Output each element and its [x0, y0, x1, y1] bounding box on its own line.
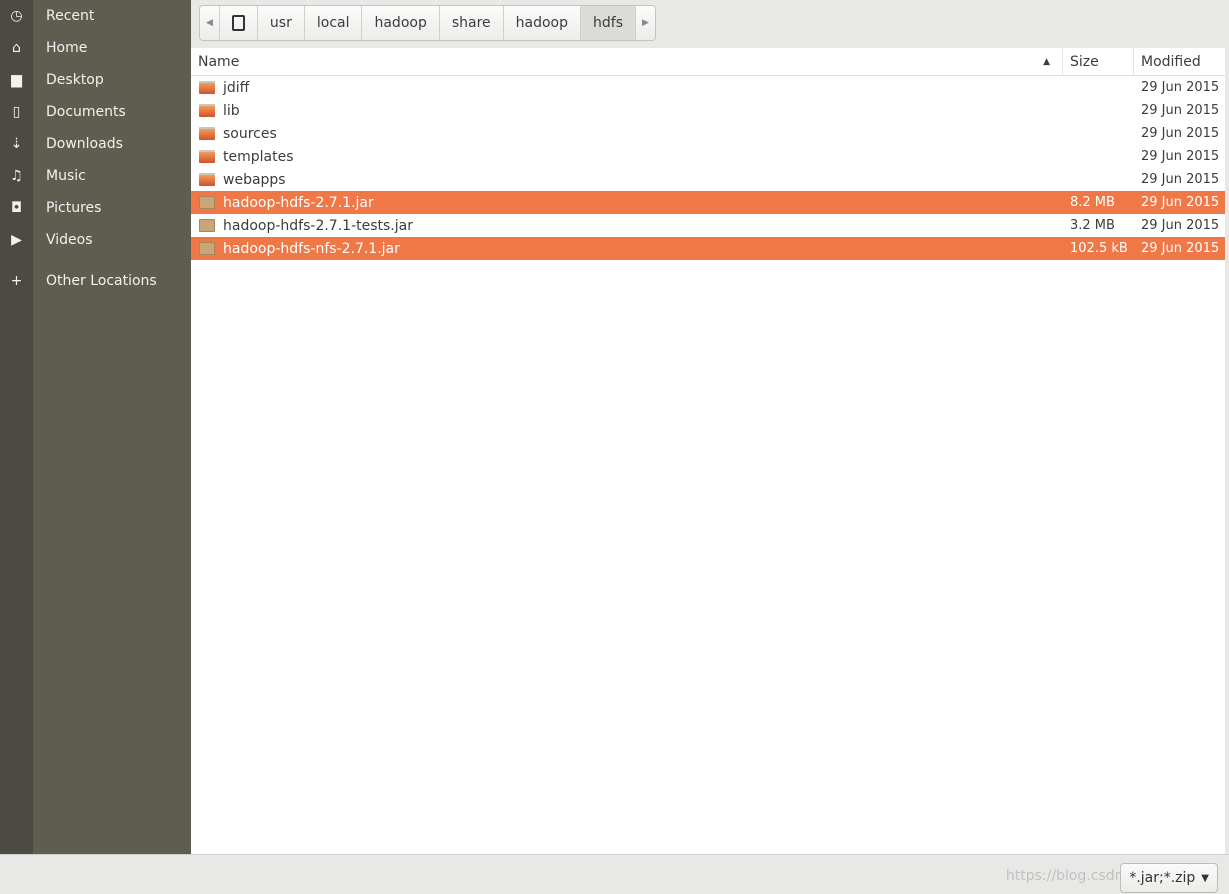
chevron-down-icon: ▼ — [1201, 872, 1209, 884]
sidebar-item-desktop[interactable]: ▆ Desktop — [0, 65, 191, 95]
column-name[interactable]: Name ▲ — [191, 48, 1063, 75]
file-name: templates — [223, 148, 294, 165]
scroll-left-button[interactable]: ◀ — [200, 6, 220, 40]
filter-value: *.jar;*.zip — [1129, 870, 1196, 886]
file-name: lib — [223, 102, 240, 119]
plus-icon: + — [10, 273, 23, 289]
folder-icon — [199, 81, 215, 94]
file-list: Name ▲ Size Modified jdiff 29 Jun 2015 lib 2… — [191, 48, 1225, 854]
sidebar-item-label: Videos — [46, 232, 93, 248]
file-modified: 29 Jun 2015 — [1141, 195, 1220, 210]
folder-icon — [199, 127, 215, 140]
file-row[interactable]: hadoop-hdfs-nfs-2.7.1.jar 102.5 kB 29 Jun … — [191, 237, 1225, 260]
camera-icon: ◘ — [10, 200, 23, 216]
file-name: hadoop-hdfs-2.7.1-tests.jar — [223, 217, 413, 234]
sidebar-item-downloads[interactable]: ⇣ Downloads — [0, 129, 191, 159]
clock-icon: ◷ — [10, 8, 23, 24]
sidebar-item-home[interactable]: ⌂ Home — [0, 33, 191, 63]
file-modified: 29 Jun 2015 — [1141, 218, 1220, 233]
sidebar-item-other-locations[interactable]: + Other Locations — [0, 266, 191, 296]
sidebar-item-label: Desktop — [46, 72, 104, 88]
scroll-right-button[interactable]: ▶ — [636, 6, 655, 40]
breadcrumb-local[interactable]: local — [305, 6, 363, 40]
music-icon: ♫ — [10, 168, 23, 184]
file-size: 8.2 MB — [1070, 195, 1115, 210]
file-row[interactable]: jdiff 29 Jun 2015 — [191, 76, 1225, 99]
sidebar-item-music[interactable]: ♫ Music — [0, 161, 191, 191]
archive-icon — [199, 219, 215, 232]
scrollbar[interactable] — [1225, 48, 1229, 854]
column-modified-label: Modified — [1141, 53, 1201, 70]
file-modified: 29 Jun 2015 — [1141, 80, 1220, 95]
file-modified: 29 Jun 2015 — [1141, 126, 1220, 141]
sort-ascending-icon: ▲ — [1043, 56, 1050, 67]
file-modified: 29 Jun 2015 — [1141, 172, 1220, 187]
folder-icon — [199, 173, 215, 186]
video-icon: ▶ — [11, 232, 22, 248]
sidebar-item-label: Music — [46, 168, 86, 184]
file-row[interactable]: sources 29 Jun 2015 — [191, 122, 1225, 145]
column-size-label: Size — [1070, 53, 1099, 70]
sidebar-item-label: Documents — [46, 104, 126, 120]
sidebar-item-documents[interactable]: ▯ Documents — [0, 97, 191, 127]
column-modified[interactable]: Modified — [1134, 48, 1201, 75]
file-row[interactable]: hadoop-hdfs-2.7.1.jar 8.2 MB 29 Jun 2015 — [191, 191, 1225, 214]
document-icon: ▯ — [12, 104, 21, 120]
sidebar-item-label: Pictures — [46, 200, 102, 216]
sidebar-item-label: Downloads — [46, 136, 123, 152]
column-name-label: Name — [198, 53, 240, 70]
file-name: sources — [223, 125, 277, 142]
column-header: Name ▲ Size Modified — [191, 48, 1225, 76]
file-size: 102.5 kB — [1070, 241, 1128, 256]
file-modified: 29 Jun 2015 — [1141, 103, 1220, 118]
file-modified: 29 Jun 2015 — [1141, 149, 1220, 164]
archive-icon — [199, 196, 215, 209]
drive-icon — [231, 15, 245, 31]
file-name: hadoop-hdfs-2.7.1.jar — [223, 194, 374, 211]
folder-icon: ▆ — [11, 72, 22, 88]
column-size[interactable]: Size — [1063, 48, 1134, 75]
file-name: jdiff — [223, 79, 250, 96]
file-row[interactable]: hadoop-hdfs-2.7.1-tests.jar 3.2 MB 29 Jun … — [191, 214, 1225, 237]
breadcrumb-share[interactable]: share — [440, 6, 504, 40]
breadcrumb-hadoop[interactable]: hadoop — [504, 6, 582, 40]
folder-icon — [199, 150, 215, 163]
download-icon: ⇣ — [10, 136, 23, 152]
sidebar-item-label: Recent — [46, 8, 95, 24]
bottom-bar: https://blog.csdn.net/... *.jar;*.zip ▼ — [0, 854, 1229, 894]
archive-icon — [199, 242, 215, 255]
breadcrumb-hadoop[interactable]: hadoop — [362, 6, 440, 40]
path-bar: ◀ usr local hadoop share hadoop hdfs ▶ — [191, 0, 1229, 48]
file-row[interactable]: webapps 29 Jun 2015 — [191, 168, 1225, 191]
root-drive-button[interactable] — [220, 6, 258, 40]
sidebar-item-recent[interactable]: ◷ Recent — [0, 1, 191, 31]
file-name: webapps — [223, 171, 286, 188]
sidebar-item-label: Home — [46, 40, 88, 56]
sidebar-item-label: Other Locations — [46, 273, 157, 289]
file-size: 3.2 MB — [1070, 218, 1115, 233]
folder-icon — [199, 104, 215, 117]
file-row[interactable]: templates 29 Jun 2015 — [191, 145, 1225, 168]
file-row[interactable]: lib 29 Jun 2015 — [191, 99, 1225, 122]
sidebar-item-pictures[interactable]: ◘ Pictures — [0, 193, 191, 223]
file-filter-dropdown[interactable]: *.jar;*.zip ▼ — [1120, 863, 1218, 893]
file-name: hadoop-hdfs-nfs-2.7.1.jar — [223, 240, 400, 257]
sidebar-item-videos[interactable]: ▶ Videos — [0, 225, 191, 255]
file-modified: 29 Jun 2015 — [1141, 241, 1220, 256]
breadcrumb-hdfs[interactable]: hdfs — [581, 6, 636, 40]
breadcrumb: ◀ usr local hadoop share hadoop hdfs ▶ — [199, 5, 656, 41]
breadcrumb-usr[interactable]: usr — [258, 6, 305, 40]
home-icon: ⌂ — [12, 40, 21, 56]
